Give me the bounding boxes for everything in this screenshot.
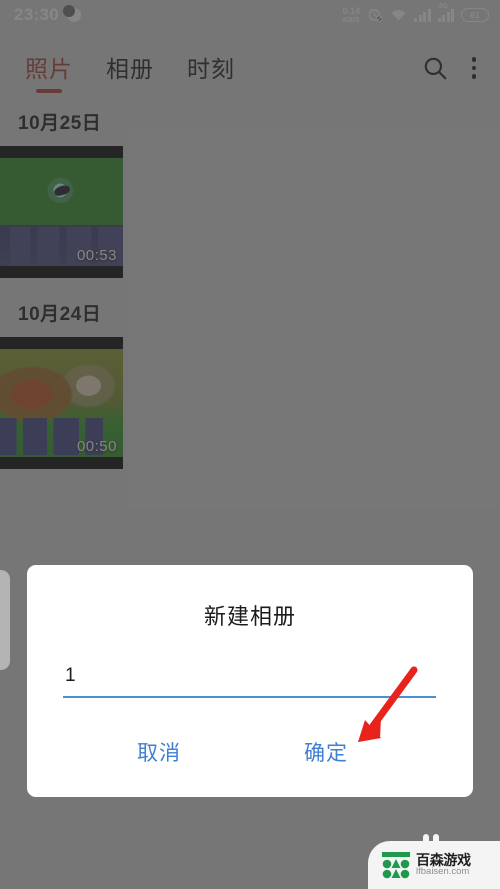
new-album-dialog: 新建相册 1 取消 确定 xyxy=(27,565,473,797)
dialog-title: 新建相册 xyxy=(203,604,296,629)
watermark-ears xyxy=(423,834,439,844)
album-name-field[interactable]: 1 xyxy=(63,662,436,698)
confirm-button[interactable]: 确定 xyxy=(304,737,348,767)
watermark-badge: 百森游戏 lfbaisen.com xyxy=(368,834,500,889)
cancel-button[interactable]: 取消 xyxy=(137,737,181,767)
baisen-logo-icon xyxy=(382,852,410,879)
phone-screen: 23:30 0.14 KB/S xyxy=(0,0,500,889)
album-name-input[interactable]: 1 xyxy=(63,662,436,690)
edge-drawer-handle[interactable] xyxy=(0,570,10,670)
input-underline xyxy=(63,696,436,698)
watermark-url: lfbaisen.com xyxy=(416,866,470,878)
watermark-name: 百森游戏 xyxy=(416,851,471,868)
watermark-text: 百森游戏 lfbaisen.com xyxy=(416,851,471,878)
